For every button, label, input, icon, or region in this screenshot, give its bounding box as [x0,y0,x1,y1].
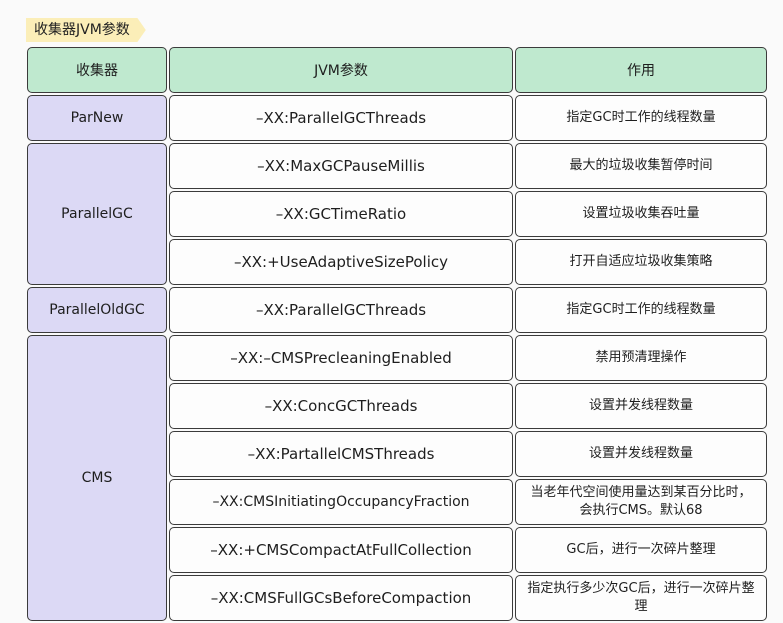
param-cell: –XX:PartallelCMSThreads [169,431,513,477]
effect-cell: 指定执行多少次GC后，进行一次碎片整理 [515,575,767,621]
collector-cms: CMS [27,335,167,621]
param-cell: –XX:GCTimeRatio [169,191,513,237]
param-cell: –XX:–CMSPrecleaningEnabled [169,335,513,381]
effect-cell: 打开自适应垃圾收集策略 [515,239,767,285]
param-cell: –XX:+CMSCompactAtFullCollection [169,527,513,573]
header-jvm-param: JVM参数 [169,47,513,93]
header-collector: 收集器 [27,47,167,93]
effect-cell: 设置并发线程数量 [515,383,767,429]
effect-cell: 禁用预清理操作 [515,335,767,381]
param-cell: –XX:ParallelGCThreads [169,95,513,141]
effect-cell: 当老年代空间使用量达到某百分比时，会执行CMS。默认68 [515,479,767,525]
collector-parnew: ParNew [27,95,167,141]
param-cell: –XX:MaxGCPauseMillis [169,143,513,189]
effect-cell: 设置垃圾收集吞吐量 [515,191,767,237]
effect-cell: 指定GC时工作的线程数量 [515,287,767,333]
table-title: 收集器JVM参数 [26,18,146,42]
effect-cell: 指定GC时工作的线程数量 [515,95,767,141]
effect-cell: 最大的垃圾收集暂停时间 [515,143,767,189]
effect-cell: 设置并发线程数量 [515,431,767,477]
jvm-params-table: 收集器 JVM参数 作用 ParNew ParallelGC ParallelO… [26,46,768,622]
header-effect: 作用 [515,47,767,93]
collector-paralleloldgc: ParallelOldGC [27,287,167,333]
effect-cell: GC后，进行一次碎片整理 [515,527,767,573]
collector-parallelgc: ParallelGC [27,143,167,285]
param-cell: –XX:ParallelGCThreads [169,287,513,333]
param-cell: –XX:CMSInitiatingOccupancyFraction [169,479,513,525]
param-cell: –XX:ConcGCThreads [169,383,513,429]
param-cell: –XX:+UseAdaptiveSizePolicy [169,239,513,285]
param-cell: –XX:CMSFullGCsBeforeCompaction [169,575,513,621]
